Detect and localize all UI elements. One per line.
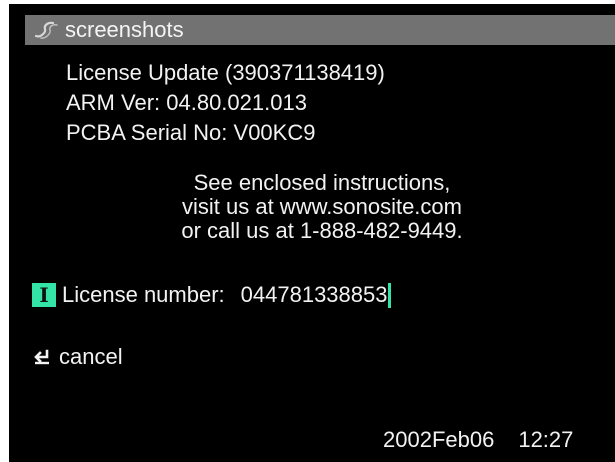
text-cursor	[388, 283, 392, 309]
pcba-serial-line: PCBA Serial No: V00KC9	[66, 120, 316, 145]
instructions-line-2: visit us at www.sonosite.com	[182, 194, 462, 219]
date-display: 2002Feb06	[383, 427, 495, 452]
title-bar: screenshots	[25, 15, 615, 45]
cancel-label: cancel	[59, 344, 123, 369]
license-number-label: License number:	[62, 282, 225, 307]
cancel-button[interactable]: cancel	[32, 342, 123, 372]
instructions-line-1: See enclosed instructions,	[193, 170, 451, 195]
license-number-field[interactable]: I License number: 044781338853	[32, 280, 392, 310]
status-footer: 2002Feb06 12:27	[383, 427, 573, 453]
license-number-value: 044781338853	[240, 281, 388, 307]
license-update-line: License Update (390371138419)	[66, 60, 385, 85]
sonosite-logo-icon	[33, 19, 59, 41]
device-screen: screenshots License Update (390371138419…	[9, 4, 615, 462]
license-number-input[interactable]: 044781338853	[241, 282, 392, 309]
time-display: 12:27	[518, 427, 574, 452]
text-input-icon: I	[32, 283, 56, 307]
window-title: screenshots	[65, 17, 184, 42]
instructions-text: See enclosed instructions, visit us at w…	[25, 171, 615, 243]
device-info: License Update (390371138419) ARM Ver: 0…	[66, 58, 385, 148]
return-arrow-icon	[32, 347, 52, 367]
arm-version-line: ARM Ver: 04.80.021.013	[66, 90, 307, 115]
instructions-line-3: or call us at 1-888-482-9449.	[181, 218, 463, 243]
